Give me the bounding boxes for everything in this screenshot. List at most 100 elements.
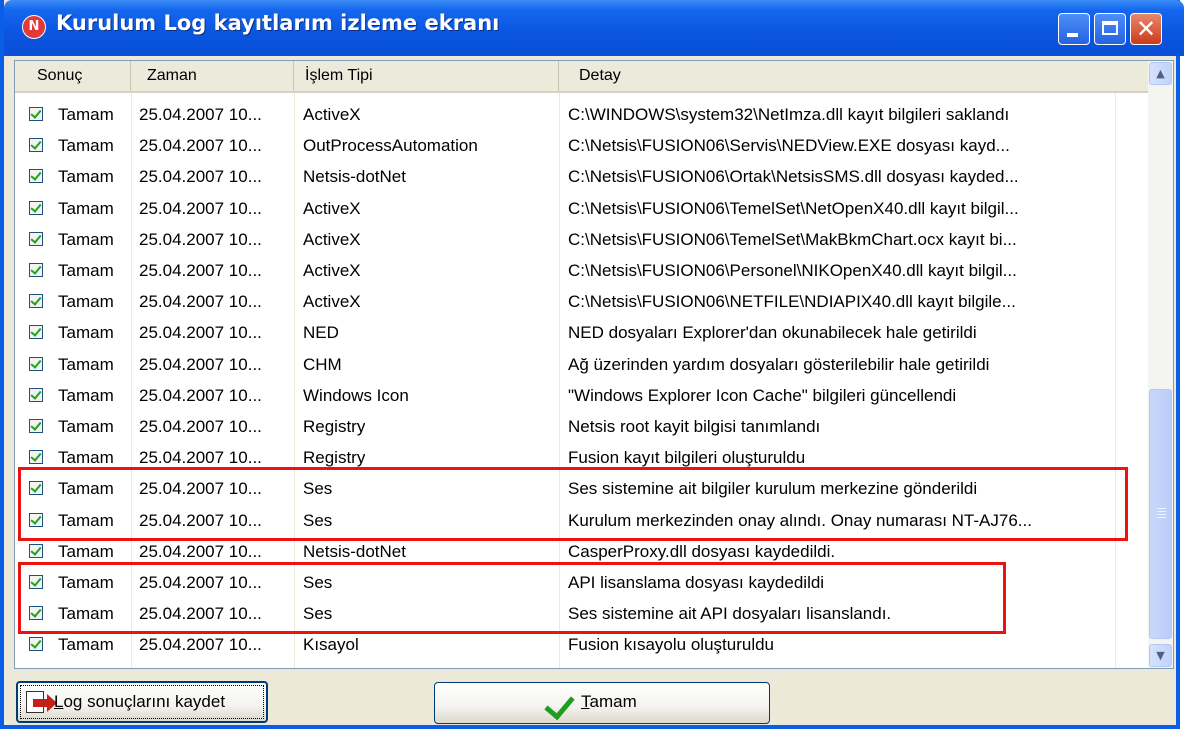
- row-type: ActiveX: [303, 105, 361, 124]
- row-type: ActiveX: [303, 292, 361, 312]
- row-time: 25.04.2007 10...: [139, 136, 262, 156]
- scrollbar-thumb[interactable]: [1149, 389, 1172, 639]
- row-time: 25.04.2007 10...: [139, 261, 262, 280]
- row-result: Tamam: [58, 229, 114, 249]
- row-checkbox[interactable]: [29, 263, 43, 277]
- row-checkbox[interactable]: [29, 637, 43, 652]
- row-type: ActiveX: [303, 229, 361, 249]
- row-detail: "Windows Explorer Icon Cache" bilgileri …: [568, 385, 957, 405]
- row-checkbox[interactable]: [29, 543, 43, 558]
- thumb-grip: [1157, 511, 1166, 512]
- row-checkbox[interactable]: [29, 419, 43, 433]
- row-result: Tamam: [58, 385, 114, 405]
- row-result: Tamam: [58, 136, 114, 156]
- row-detail: NED dosyaları Explorer'dan okunabilecek …: [568, 323, 977, 343]
- column-header-type[interactable]: İşlem Tipi: [294, 61, 559, 91]
- minimize-button[interactable]: [1058, 13, 1090, 45]
- row-checkbox[interactable]: [29, 231, 43, 246]
- row-result: Tamam: [58, 261, 114, 280]
- highlight-box-2: [18, 562, 1006, 634]
- vertical-scrollbar[interactable]: ▲ ▼: [1148, 61, 1173, 668]
- row-detail: Netsis root kayit bilgisi tanımlandı: [568, 417, 821, 436]
- row-time: 25.04.2007 10...: [139, 354, 262, 374]
- table-row[interactable]: Tamam 25.04.2007 10... ActiveX C:\Netsis\FU…: [15, 193, 1148, 224]
- row-result: Tamam: [58, 198, 114, 218]
- row-checkbox[interactable]: [29, 387, 43, 402]
- table-row[interactable]: Tamam 25.04.2007 10... ActiveX C:\Netsis\FU…: [15, 224, 1148, 255]
- row-checkbox[interactable]: [29, 169, 43, 184]
- maximize-button[interactable]: [1094, 13, 1126, 45]
- row-checkbox[interactable]: [29, 138, 43, 153]
- checkmark-icon: [544, 688, 575, 721]
- thumb-grip: [1157, 508, 1166, 509]
- minimize-icon: [1067, 33, 1078, 37]
- table-row[interactable]: Tamam 25.04.2007 10... OutProcessAutomatio…: [15, 130, 1148, 161]
- scroll-down-icon[interactable]: ▼: [1149, 644, 1172, 667]
- row-time: 25.04.2007 10...: [139, 635, 262, 655]
- save-log-icon: [26, 691, 57, 713]
- row-result: Tamam: [58, 417, 114, 436]
- row-checkbox[interactable]: [29, 356, 43, 371]
- row-result: Tamam: [58, 167, 114, 187]
- row-detail: C:\Netsis\FUSION06\Ortak\NetsisSMS.dll d…: [568, 167, 1019, 187]
- table-row[interactable]: Tamam 25.04.2007 10... ActiveX C:\Netsis\FU…: [15, 286, 1148, 317]
- table-row[interactable]: Tamam 25.04.2007 10... Kısayol Fusion kısay…: [15, 629, 1148, 660]
- table-row[interactable]: Tamam 25.04.2007 10... Registry Netsis root…: [15, 411, 1148, 442]
- row-type: Netsis-dotNet: [303, 167, 406, 187]
- table-row[interactable]: Tamam 25.04.2007 10... NED NED dosyaları Ex…: [15, 317, 1148, 348]
- save-log-label: Log sonuçlarını kaydet: [54, 692, 226, 711]
- list-header: Sonuç Zaman İşlem Tipi Detay: [15, 61, 1148, 93]
- thumb-grip: [1157, 517, 1166, 518]
- column-header-detail[interactable]: Detay: [559, 61, 1148, 91]
- maximize-icon: [1102, 21, 1118, 35]
- row-time: 25.04.2007 10...: [139, 292, 262, 312]
- row-detail: Ağ üzerinden yardım dosyaları gösterileb…: [568, 354, 990, 374]
- row-detail: C:\Netsis\FUSION06\TemelSet\NetOpenX40.d…: [568, 198, 1019, 218]
- close-button[interactable]: ✕: [1130, 13, 1162, 45]
- row-checkbox[interactable]: [29, 450, 43, 465]
- window-title: Kurulum Log kayıtlarım izleme ekranı: [56, 11, 500, 35]
- row-time: 25.04.2007 10...: [139, 229, 262, 249]
- title-bar[interactable]: N Kurulum Log kayıtlarım izleme ekranı ✕: [4, 0, 1184, 56]
- row-result: Tamam: [58, 354, 114, 374]
- row-checkbox[interactable]: [29, 325, 43, 340]
- row-result: Tamam: [58, 105, 114, 124]
- close-icon: ✕: [1135, 15, 1157, 43]
- row-result: Tamam: [58, 292, 114, 312]
- ok-button[interactable]: Tamam: [434, 682, 770, 724]
- row-checkbox[interactable]: [29, 200, 43, 215]
- highlight-box-1: [18, 467, 1128, 541]
- row-type: Windows Icon: [303, 385, 409, 405]
- scroll-up-icon[interactable]: ▲: [1149, 62, 1172, 85]
- table-row[interactable]: Tamam 25.04.2007 10... Windows Icon "Window…: [15, 380, 1148, 411]
- ok-label: Tamam: [581, 692, 637, 711]
- table-row[interactable]: Tamam 25.04.2007 10... ActiveX C:\Netsis\FU…: [15, 255, 1148, 286]
- row-result: Tamam: [58, 323, 114, 343]
- row-detail: C:\Netsis\FUSION06\TemelSet\MakBkmChart.…: [568, 229, 1017, 249]
- column-header-result[interactable]: Sonuç: [15, 61, 131, 91]
- row-detail: C:\Netsis\FUSION06\Personel\NIKOpenX40.d…: [568, 261, 1017, 280]
- app-icon[interactable]: N: [22, 15, 46, 39]
- row-time: 25.04.2007 10...: [139, 167, 262, 187]
- row-detail: C:\Netsis\FUSION06\Servis\NEDView.EXE do…: [568, 136, 1010, 156]
- row-type: CHM: [303, 354, 342, 374]
- row-detail: Fusion kısayolu oluşturuldu: [568, 635, 775, 655]
- table-row[interactable]: Tamam 25.04.2007 10... CHM Ağ üzerinden yar…: [15, 349, 1148, 380]
- row-time: 25.04.2007 10...: [139, 198, 262, 218]
- row-time: 25.04.2007 10...: [139, 323, 262, 343]
- row-type: NED: [303, 323, 339, 343]
- row-type: Kısayol: [303, 635, 359, 655]
- row-type: OutProcessAutomation: [303, 136, 478, 156]
- thumb-grip: [1157, 514, 1166, 515]
- save-log-button[interactable]: Log sonuçlarını kaydet: [16, 681, 268, 723]
- column-header-time[interactable]: Zaman: [131, 61, 294, 91]
- row-type: Registry: [303, 417, 366, 436]
- row-checkbox[interactable]: [29, 107, 43, 121]
- row-time: 25.04.2007 10...: [139, 385, 262, 405]
- row-checkbox[interactable]: [29, 294, 43, 309]
- row-time: 25.04.2007 10...: [139, 417, 262, 436]
- table-row[interactable]: Tamam 25.04.2007 10... ActiveX C:\WINDOWS\s…: [15, 99, 1148, 130]
- row-type: ActiveX: [303, 198, 361, 218]
- table-row[interactable]: Tamam 25.04.2007 10... Netsis-dotNet C:\Net…: [15, 161, 1148, 192]
- row-detail: C:\Netsis\FUSION06\NETFILE\NDIAPIX40.dll…: [568, 292, 1016, 312]
